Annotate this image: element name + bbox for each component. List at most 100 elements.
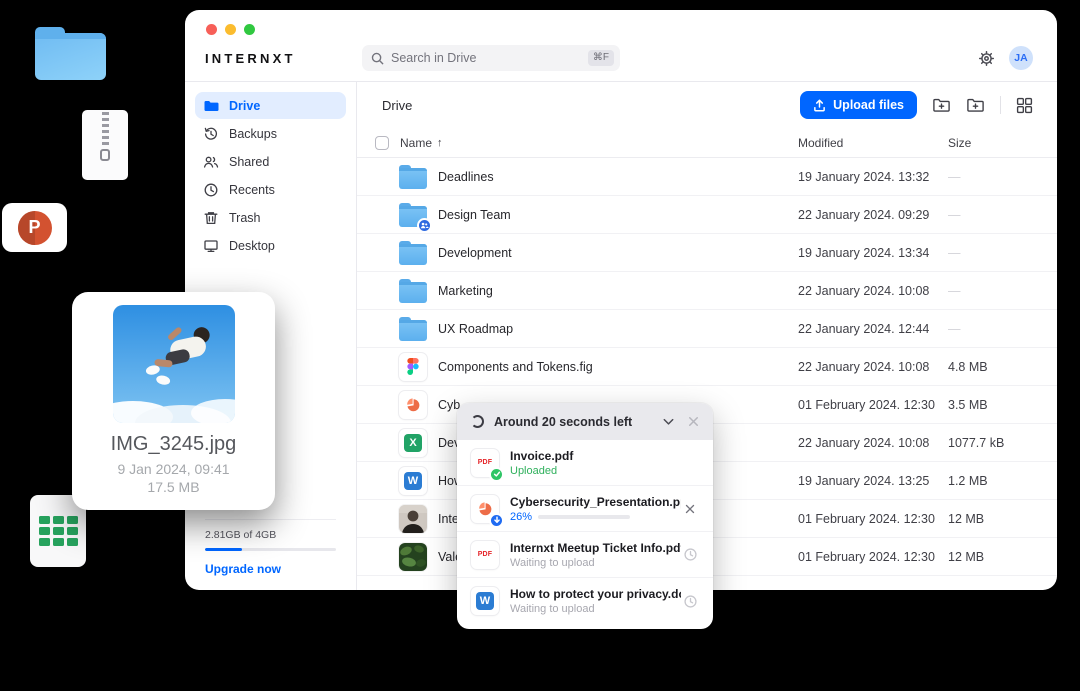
upload-file-name: Invoice.pdf: [510, 449, 699, 463]
modified-date: 01 February 2024. 12:30: [798, 398, 948, 412]
file-size: —: [948, 246, 1057, 260]
sidebar-item-shared[interactable]: Shared: [195, 148, 346, 175]
file-size: 1077.7 kB: [948, 436, 1057, 450]
file-size: 12 MB: [948, 550, 1057, 564]
trash-icon: [203, 210, 219, 226]
floating-folder-icon[interactable]: [35, 27, 106, 80]
select-all-checkbox[interactable]: [375, 136, 389, 150]
file-size: —: [948, 208, 1057, 222]
file-size: 3.5 MB: [948, 398, 1057, 412]
table-row[interactable]: Design Team 22 January 2024. 09:29 —: [357, 196, 1057, 234]
uploading-badge-icon: [489, 513, 504, 528]
internxt-logo: INTERNXT: [185, 51, 362, 66]
upload-item: W How to protect your privacy.doc Waitin…: [457, 578, 713, 624]
modified-date: 01 February 2024. 12:30: [798, 512, 948, 526]
upload-files-button[interactable]: Upload files: [800, 91, 917, 119]
spreadsheet-grid-graphic: [39, 516, 78, 546]
modified-date: 22 January 2024. 10:08: [798, 284, 948, 298]
monitor-icon: [203, 238, 219, 254]
clock-icon: [203, 182, 219, 198]
minimize-window-button[interactable]: [225, 24, 236, 35]
shared-badge-icon: [417, 218, 432, 233]
window-header: INTERNXT ⌘F JA: [185, 10, 1057, 82]
new-folder-icon[interactable]: [966, 96, 985, 115]
zipper-graphic: [102, 112, 109, 148]
sidebar-item-label: Trash: [229, 211, 261, 225]
zoom-window-button[interactable]: [244, 24, 255, 35]
upload-folder-icon[interactable]: [932, 96, 951, 115]
upload-item: PDF Internxt Meetup Ticket Info.pdf Wait…: [457, 532, 713, 578]
table-row[interactable]: Deadlines 19 January 2024. 13:32 —: [357, 158, 1057, 196]
column-name[interactable]: Name ↑: [400, 136, 798, 150]
upload-file-name: Internxt Meetup Ticket Info.pdf: [510, 541, 681, 555]
table-row[interactable]: Development 19 January 2024. 13:34 —: [357, 234, 1057, 272]
file-size: —: [948, 284, 1057, 298]
folder-icon: [398, 276, 428, 306]
modified-date: 01 February 2024. 12:30: [798, 550, 948, 564]
column-modified[interactable]: Modified: [798, 136, 948, 150]
close-icon[interactable]: [686, 414, 701, 429]
cancel-upload-icon[interactable]: [683, 502, 697, 516]
upgrade-link[interactable]: Upgrade now: [205, 562, 336, 576]
sidebar-item-backups[interactable]: Backups: [195, 120, 346, 147]
plant-thumbnail: [398, 542, 428, 572]
upload-eta-label: Around 20 seconds left: [494, 415, 651, 429]
close-window-button[interactable]: [206, 24, 217, 35]
folder-icon: [398, 314, 428, 344]
file-name: UX Roadmap: [438, 322, 798, 336]
traffic-lights[interactable]: [206, 24, 255, 35]
image-file-date: 9 Jan 2024, 09:41: [72, 461, 275, 477]
sidebar-item-desktop[interactable]: Desktop: [195, 232, 346, 259]
upload-status: Waiting to upload: [510, 603, 681, 615]
sidebar-item-drive[interactable]: Drive: [195, 92, 346, 119]
image-preview-card[interactable]: IMG_3245.jpg 9 Jan 2024, 09:41 17.5 MB: [72, 292, 275, 510]
sidebar-item-label: Desktop: [229, 239, 275, 253]
sidebar-item-trash[interactable]: Trash: [195, 204, 346, 231]
settings-gear-icon[interactable]: [978, 50, 995, 67]
search-bar[interactable]: ⌘F: [362, 45, 620, 71]
word-icon: W: [471, 587, 499, 615]
sidebar-item-label: Backups: [229, 127, 277, 141]
modified-date: 19 January 2024. 13:25: [798, 474, 948, 488]
table-header: Name ↑ Modified Size: [357, 128, 1057, 158]
portrait-thumbnail: [398, 504, 428, 534]
upload-progress-bar: [538, 515, 630, 519]
upload-popup-header: Around 20 seconds left: [457, 403, 713, 440]
storage-section: 2.81GB of 4GB Upgrade now: [205, 519, 336, 576]
pdf-icon: PDF: [471, 541, 499, 569]
sidebar-item-label: Shared: [229, 155, 269, 169]
user-avatar[interactable]: JA: [1009, 46, 1033, 70]
shared-folder-icon: [398, 200, 428, 230]
desktop-background: P IMG_3245.jpg 9 Jan 2024,: [0, 0, 1080, 691]
upload-status: Uploaded: [510, 465, 699, 477]
modified-date: 22 January 2024. 12:44: [798, 322, 948, 336]
file-size: 1.2 MB: [948, 474, 1057, 488]
file-name: Deadlines: [438, 170, 798, 184]
zip-file-icon[interactable]: [82, 110, 128, 180]
excel-icon: X: [398, 428, 428, 458]
modified-date: 19 January 2024. 13:32: [798, 170, 948, 184]
powerpoint-logo: P: [18, 211, 52, 245]
powerpoint-file-icon[interactable]: P: [2, 203, 67, 252]
storage-usage-label: 2.81GB of 4GB: [205, 529, 336, 541]
chevron-down-icon[interactable]: [661, 414, 676, 429]
table-row[interactable]: UX Roadmap 22 January 2024. 12:44 —: [357, 310, 1057, 348]
file-size: —: [948, 322, 1057, 336]
search-input[interactable]: [391, 51, 588, 65]
sidebar-item-recents[interactable]: Recents: [195, 176, 346, 203]
image-file-size: 17.5 MB: [72, 479, 275, 495]
modified-date: 19 January 2024. 13:34: [798, 246, 948, 260]
grid-view-icon[interactable]: [1016, 97, 1033, 114]
modified-date: 22 January 2024. 10:08: [798, 436, 948, 450]
word-icon: W: [398, 466, 428, 496]
figma-icon: [398, 352, 428, 382]
table-row[interactable]: Components and Tokens.fig 22 January 202…: [357, 348, 1057, 386]
breadcrumb[interactable]: Drive: [382, 98, 412, 113]
file-size: 4.8 MB: [948, 360, 1057, 374]
column-size[interactable]: Size: [948, 136, 1057, 150]
modified-date: 22 January 2024. 09:29: [798, 208, 948, 222]
folder-icon: [398, 162, 428, 192]
falling-person-photo: [113, 305, 235, 423]
table-row[interactable]: Marketing 22 January 2024. 10:08 —: [357, 272, 1057, 310]
sidebar-item-label: Recents: [229, 183, 275, 197]
